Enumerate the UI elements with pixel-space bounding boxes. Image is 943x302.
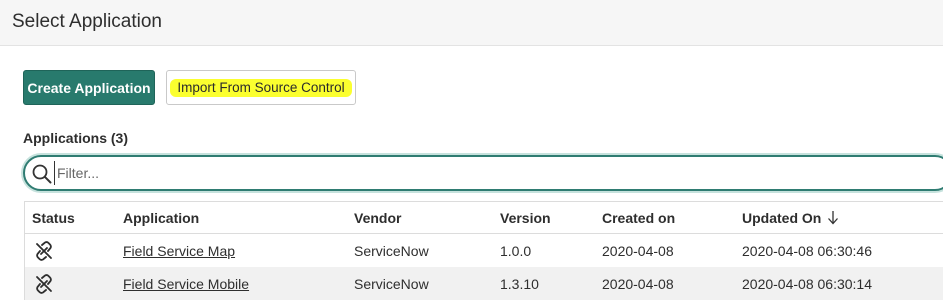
applications-heading: Applications (3) xyxy=(23,130,129,146)
updated-on-cell: 2020-04-08 06:30:14 xyxy=(742,275,872,292)
page-title: Select Application xyxy=(12,11,162,32)
version-cell: 1.3.10 xyxy=(500,275,539,292)
table-header-row: Status Application Vendor Version Create… xyxy=(25,202,943,234)
page-header: Select Application xyxy=(0,0,943,46)
link-broken-icon xyxy=(36,273,52,294)
vendor-cell: ServiceNow xyxy=(354,242,429,259)
column-header-updated-on[interactable]: Updated On xyxy=(742,202,839,233)
import-from-source-control-button[interactable]: Import From Source Control xyxy=(166,70,356,105)
version-cell: 1.0.0 xyxy=(500,242,532,259)
column-header-application[interactable]: Application xyxy=(123,202,199,233)
sort-descending-icon xyxy=(827,210,839,225)
applications-table: Status Application Vendor Version Create… xyxy=(24,201,943,300)
table-row: Field Service Map ServiceNow 1.0.0 2020-… xyxy=(25,234,943,267)
updated-on-label: Updated On xyxy=(742,209,822,226)
filter-box xyxy=(23,155,943,191)
column-header-vendor[interactable]: Vendor xyxy=(354,202,401,233)
application-link[interactable]: Field Service Map xyxy=(123,243,235,259)
updated-on-cell: 2020-04-08 06:30:46 xyxy=(742,242,872,259)
filter-input[interactable] xyxy=(54,161,934,185)
column-header-status[interactable]: Status xyxy=(32,202,75,233)
vendor-cell: ServiceNow xyxy=(354,275,429,292)
search-icon xyxy=(32,164,52,184)
created-on-cell: 2020-04-08 xyxy=(602,275,674,292)
created-on-cell: 2020-04-08 xyxy=(602,242,674,259)
column-header-version[interactable]: Version xyxy=(500,202,551,233)
link-broken-icon xyxy=(36,240,52,261)
column-header-created-on[interactable]: Created on xyxy=(602,202,675,233)
import-button-label: Import From Source Control xyxy=(170,78,352,97)
application-link[interactable]: Field Service Mobile xyxy=(123,276,249,292)
table-row: Field Service Mobile ServiceNow 1.3.10 2… xyxy=(25,267,943,300)
create-application-button[interactable]: Create Application xyxy=(23,70,155,105)
